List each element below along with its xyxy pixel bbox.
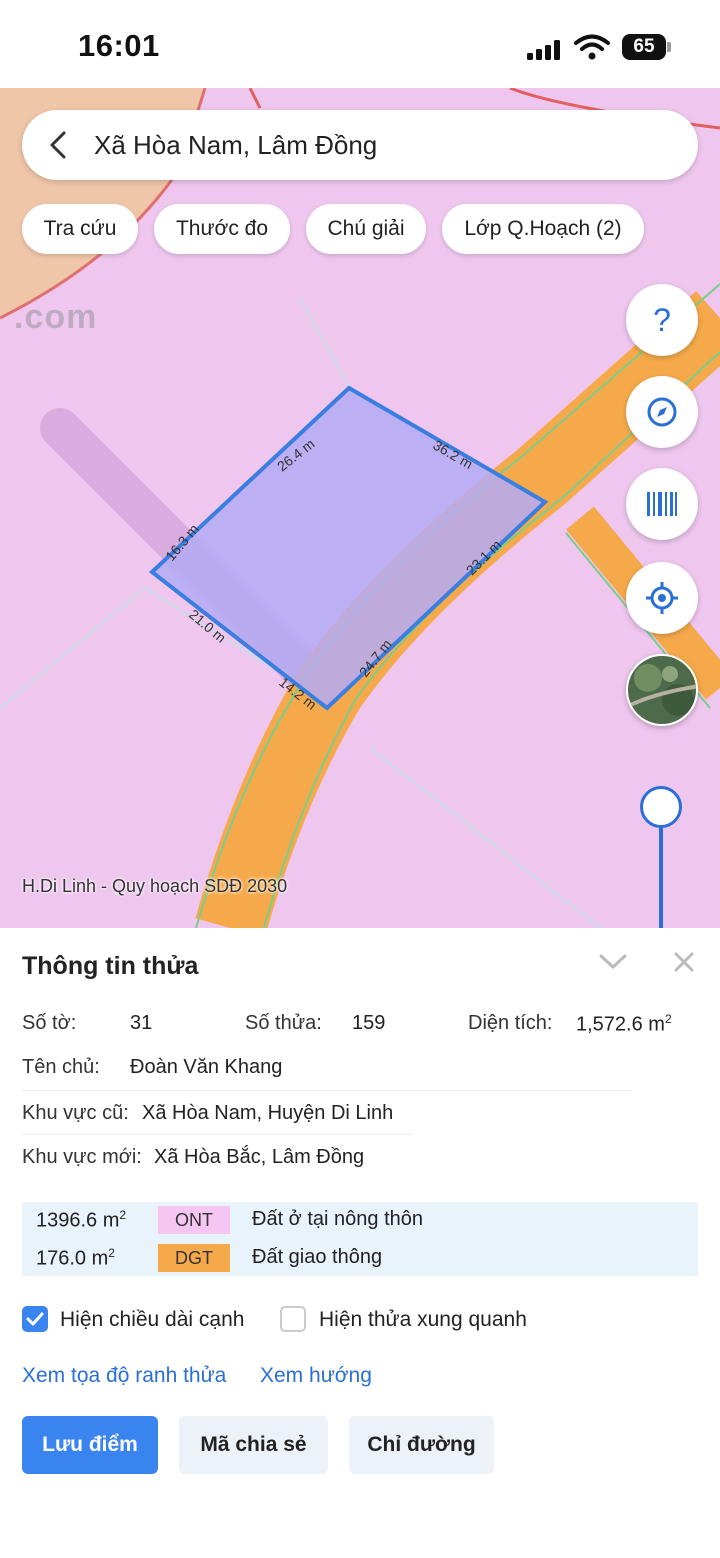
owner-value: Đoàn Văn Khang (130, 1056, 283, 1078)
land-use-table: 1396.6 m2 ONT Đất ở tại nông thôn 176.0 … (22, 1202, 698, 1276)
divider (22, 1090, 632, 1091)
old-area-label: Khu vực cũ: (22, 1102, 129, 1124)
dien-tich-value: 1,572.6 m2 (576, 1012, 672, 1036)
view-direction-link[interactable]: Xem hướng (260, 1364, 372, 1388)
compass-button[interactable] (626, 376, 698, 448)
check-icon (26, 1312, 44, 1326)
zone-desc: Đất giao thông (252, 1246, 383, 1268)
map-view[interactable]: 26.4 m 36.2 m 16.3 m 23.1 m 21.0 m 24.7 … (0, 88, 720, 928)
so-to-value: 31 (130, 1012, 153, 1034)
map-boundary-line (299, 297, 351, 389)
chevron-left-icon[interactable] (42, 127, 78, 163)
zone-area: 1396.6 m2 (36, 1208, 127, 1232)
map-boundary-line (369, 747, 601, 928)
chip-lop-quy-hoach[interactable]: Lớp Q.Hoạch (2) (442, 204, 644, 254)
close-icon[interactable] (672, 950, 696, 974)
chevron-down-icon[interactable] (598, 952, 628, 972)
share-code-button[interactable]: Mã chia sẻ (179, 1416, 328, 1474)
owner-label: Tên chủ: (22, 1056, 100, 1078)
show-neighbors-checkbox[interactable] (280, 1306, 306, 1332)
wifi-icon (574, 34, 610, 60)
so-thua-value: 159 (352, 1012, 386, 1034)
panel-title: Thông tin thửa (22, 952, 199, 980)
battery-icon: 65 (622, 34, 666, 60)
save-point-button[interactable]: Lưu điểm (22, 1416, 158, 1474)
help-icon: ? (653, 302, 671, 338)
barcode-button[interactable] (626, 468, 698, 540)
view-boundary-coords-link[interactable]: Xem tọa độ ranh thửa (22, 1364, 226, 1388)
show-neighbors-label[interactable]: Hiện thửa xung quanh (319, 1308, 527, 1332)
map-watermark: .com (14, 298, 98, 336)
search-text[interactable]: Xã Hòa Nam, Lâm Đồng (94, 130, 377, 161)
zone-code-badge: DGT (158, 1244, 230, 1272)
map-parcel-line (248, 88, 262, 109)
zone-desc: Đất ở tại nông thôn (252, 1208, 424, 1230)
zone-area: 176.0 m2 (36, 1246, 115, 1270)
divider (22, 1134, 412, 1135)
dien-tich-label: Diện tích: (468, 1012, 553, 1034)
old-area-value: Xã Hòa Nam, Huyện Di Linh (142, 1102, 394, 1124)
signal-icon (527, 40, 563, 60)
compass-icon (647, 397, 677, 427)
new-area-value: Xã Hòa Bắc, Lâm Đồng (154, 1146, 365, 1168)
show-edge-length-label[interactable]: Hiện chiều dài cạnh (60, 1308, 244, 1332)
chip-chu-giai[interactable]: Chú giải (306, 204, 426, 254)
chip-tra-cuu[interactable]: Tra cứu (22, 204, 138, 254)
zone-code-badge: ONT (158, 1206, 230, 1234)
so-to-label: Số tờ: (22, 1012, 77, 1034)
show-edge-length-checkbox[interactable] (22, 1306, 48, 1332)
zoom-slider-knob[interactable] (640, 786, 682, 828)
status-bar: 16:01 65 (0, 0, 720, 88)
search-bar[interactable]: Xã Hòa Nam, Lâm Đồng (22, 110, 698, 180)
status-time: 16:01 (78, 28, 160, 63)
help-button[interactable]: ? (626, 284, 698, 356)
directions-button[interactable]: Chỉ đường (349, 1416, 494, 1474)
so-thua-label: Số thửa: (245, 1012, 322, 1034)
parcel-info-panel: Thông tin thửa Số tờ: 31 Số thửa: 159 Di… (0, 928, 720, 1558)
chip-thuoc-do[interactable]: Thước đo (154, 204, 290, 254)
new-area-label: Khu vực mới: (22, 1146, 142, 1168)
barcode-icon (647, 492, 677, 516)
locate-icon (646, 582, 678, 614)
map-layer-caption: H.Di Linh - Quy hoạch SDĐ 2030 (22, 876, 288, 896)
satellite-layer-icon[interactable] (626, 654, 698, 726)
battery-nub (667, 42, 671, 52)
locate-button[interactable] (626, 562, 698, 634)
